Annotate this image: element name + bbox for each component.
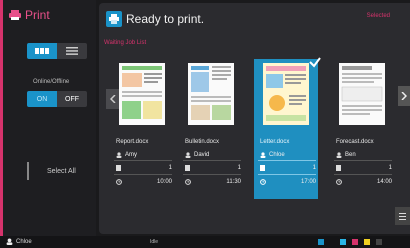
menu-icon xyxy=(399,212,406,214)
document-thumbnail xyxy=(339,63,385,125)
list-view-button[interactable] xyxy=(57,43,87,59)
job-card-selected[interactable]: Letter.docx Chloe 1 17:00 xyxy=(254,57,321,199)
job-time-value: 14:00 xyxy=(376,179,392,185)
job-time: 14:00 xyxy=(336,179,392,185)
job-user: Amy xyxy=(116,152,137,158)
job-time: 10:00 xyxy=(116,179,172,185)
job-time-value: 10:00 xyxy=(156,179,172,185)
printer-logo-icon xyxy=(9,10,21,20)
user-icon xyxy=(185,152,191,158)
clock-icon xyxy=(260,179,266,185)
job-time-value: 11:30 xyxy=(226,179,241,185)
job-user: Chloe xyxy=(260,152,285,158)
job-copies-count: 1 xyxy=(312,165,316,171)
clock-icon xyxy=(116,179,122,185)
menu-button[interactable] xyxy=(395,207,410,225)
ink-magenta-icon xyxy=(352,239,358,245)
divider xyxy=(183,174,241,175)
copies-icon xyxy=(336,165,341,171)
job-time: 11:30 xyxy=(185,179,241,185)
user-icon xyxy=(260,152,266,158)
printer-status: Ready to print. xyxy=(126,12,205,26)
divider xyxy=(334,160,392,161)
menu-icon-line xyxy=(399,218,406,220)
checkmark-icon xyxy=(309,57,321,68)
job-file-name: Report.docx xyxy=(116,139,149,145)
divider xyxy=(114,160,172,161)
job-copies: 1 xyxy=(336,165,392,171)
online-offline-switch[interactable]: ON OFF xyxy=(27,91,87,107)
document-thumbnail xyxy=(263,63,309,125)
ink-yellow-icon xyxy=(364,239,370,245)
divider xyxy=(258,160,316,161)
job-user-name: Amy xyxy=(125,152,137,158)
job-user: Ben xyxy=(336,152,356,158)
network-icon xyxy=(318,239,324,245)
app-title: Print xyxy=(25,8,50,22)
job-copies-count: 1 xyxy=(168,165,172,171)
app-brand: Print xyxy=(9,8,50,22)
job-user-name: David xyxy=(194,152,210,158)
clock-icon xyxy=(185,179,191,185)
job-time: 17:00 xyxy=(260,179,316,185)
grid-view-icon xyxy=(35,48,49,54)
list-view-icon xyxy=(66,47,78,55)
job-time-value: 17:00 xyxy=(300,179,316,185)
divider xyxy=(334,174,392,175)
job-file-name: Bulletin.docx xyxy=(185,139,220,145)
job-user: David xyxy=(185,152,209,158)
job-user-name: Chloe xyxy=(269,152,285,158)
main-panel: Ready to print. Selected Waiting Job Lis… xyxy=(99,3,410,234)
user-icon xyxy=(336,152,342,158)
divider xyxy=(258,174,316,175)
thumbnail-view-button[interactable] xyxy=(27,43,57,59)
copies-icon xyxy=(185,165,190,171)
job-card[interactable]: Report.docx Amy 1 10:00 xyxy=(110,59,174,199)
selected-label: Selected xyxy=(366,13,390,19)
copies-icon xyxy=(116,165,121,171)
job-file-name: Forecast.docx xyxy=(336,139,374,145)
status-bar: Chloe Idle xyxy=(0,236,410,248)
waiting-job-list-title: Waiting Job List xyxy=(104,40,147,46)
clock-icon xyxy=(336,179,342,185)
scroll-right-button[interactable] xyxy=(398,86,410,106)
chevron-right-icon xyxy=(401,92,407,100)
job-copies: 1 xyxy=(116,165,172,171)
document-thumbnail xyxy=(119,63,165,125)
job-card[interactable]: Forecast.docx Ben 1 14:00 xyxy=(330,59,394,199)
job-copies-count: 1 xyxy=(237,165,241,171)
job-card[interactable]: Bulletin.docx David 1 11:30 xyxy=(179,59,243,199)
job-file-name: Letter.docx xyxy=(260,139,290,145)
menu-icon-line xyxy=(399,215,406,217)
ink-cyan-icon xyxy=(340,239,346,245)
logged-in-user[interactable]: Chloe xyxy=(6,238,32,245)
status-info: Idle xyxy=(150,239,159,245)
select-all-label: Select All xyxy=(47,167,76,175)
user-icon xyxy=(6,238,13,245)
copies-icon xyxy=(260,165,265,171)
status-user-name: Chloe xyxy=(16,238,32,245)
view-mode-toggle[interactable] xyxy=(27,43,87,59)
online-off-button[interactable]: OFF xyxy=(57,91,87,107)
document-thumbnail xyxy=(188,63,234,125)
job-copies: 1 xyxy=(185,165,241,171)
online-on-button[interactable]: ON xyxy=(27,91,57,107)
divider xyxy=(27,162,29,180)
sidebar: Print Online/Offline ON OFF Select All xyxy=(0,0,96,236)
divider xyxy=(114,174,172,175)
printer-status-icon xyxy=(106,11,122,27)
job-copies-count: 1 xyxy=(388,165,392,171)
job-user-name: Ben xyxy=(345,152,356,158)
online-offline-label: Online/Offline xyxy=(33,79,70,85)
select-all-button[interactable]: Select All xyxy=(27,160,99,182)
divider xyxy=(183,160,241,161)
ink-black-icon xyxy=(376,239,382,245)
user-icon xyxy=(116,152,122,158)
job-copies: 1 xyxy=(260,165,316,171)
